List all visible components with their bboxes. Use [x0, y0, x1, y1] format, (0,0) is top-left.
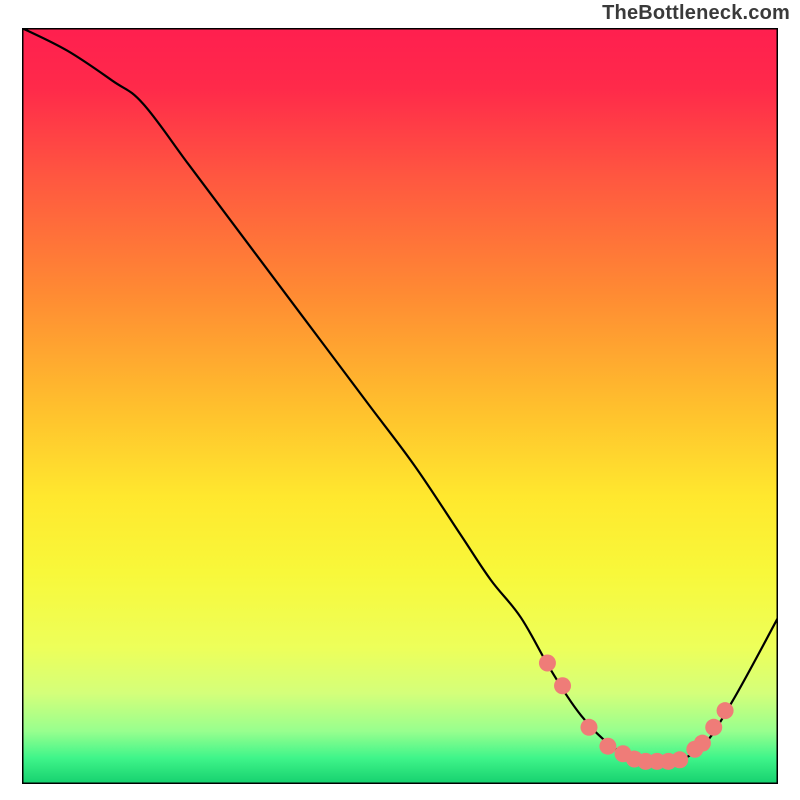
plot-svg [22, 28, 778, 784]
highlight-dot [694, 735, 711, 752]
highlight-dot [554, 677, 571, 694]
highlight-dot [539, 655, 556, 672]
chart-canvas: TheBottleneck.com [0, 0, 800, 800]
highlight-dot [717, 702, 734, 719]
gradient-background [22, 28, 778, 784]
highlight-dot [671, 751, 688, 768]
highlight-dot [705, 719, 722, 736]
highlight-dot [581, 719, 598, 736]
plot-area [22, 28, 778, 784]
highlight-dot [599, 738, 616, 755]
attribution-label: TheBottleneck.com [602, 2, 790, 25]
